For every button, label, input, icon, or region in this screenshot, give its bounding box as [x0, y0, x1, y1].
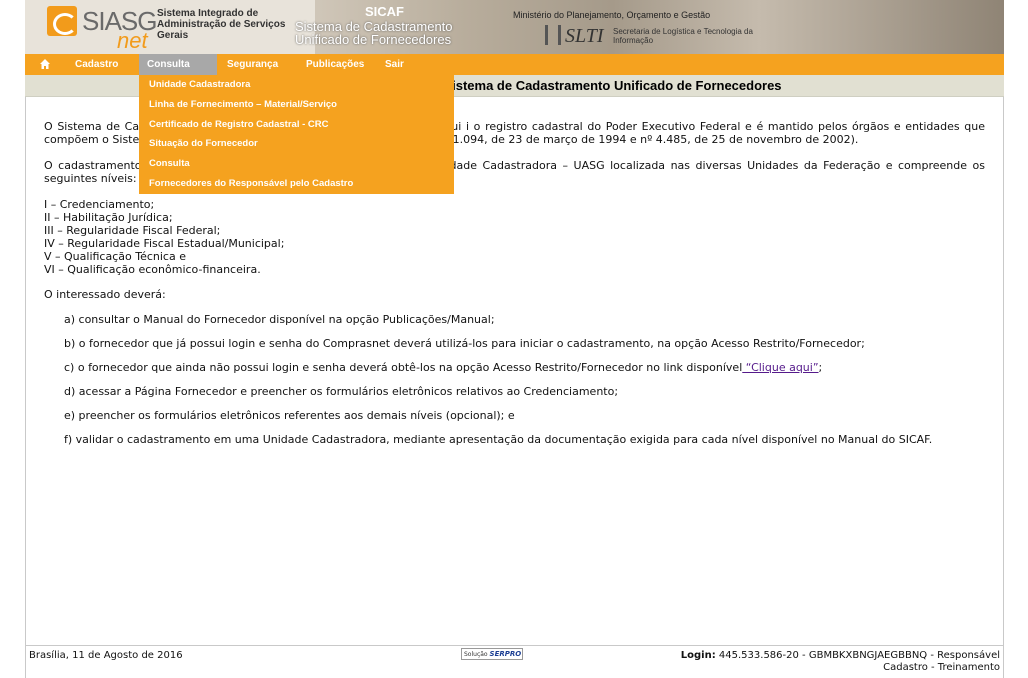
level-item: III – Regularidade Fiscal Federal;	[44, 224, 221, 237]
step-c-text: c) o fornecedor que ainda não possui log…	[64, 361, 743, 374]
step-e: e) preencher os formulários eletrônicos …	[64, 409, 515, 422]
serpro-name: SERPRO	[489, 650, 522, 658]
levels-list: I – Credenciamento; II – Habilitação Jur…	[44, 198, 985, 276]
sicaf-subtitle: Sistema de Cadastramento Unificado de Fo…	[295, 19, 453, 47]
slti-name: Secretaria de Logística e Tecnologia da …	[613, 27, 753, 45]
siasg-logo-icon	[47, 6, 77, 36]
level-item: VI – Qualificação econômico-financeira.	[44, 263, 261, 276]
home-icon[interactable]	[39, 58, 51, 70]
menu-consulta[interactable]: Consulta	[139, 54, 217, 75]
level-item: IV – Regularidade Fiscal Estadual/Munici…	[44, 237, 285, 250]
dropdown-item-unidade-cadastradora[interactable]: Unidade Cadastradora	[149, 75, 250, 94]
dropdown-item-fornecedores-responsavel[interactable]: Fornecedores do Responsável pelo Cadastr…	[149, 174, 353, 193]
level-item: V – Qualificação Técnica e	[44, 250, 186, 263]
menu-publicacoes[interactable]: Publicações	[298, 54, 372, 75]
dropdown-item-linha-fornecimento[interactable]: Linha de Fornecimento – Material/Serviço	[149, 95, 337, 114]
login-label: Login:	[680, 650, 716, 661]
menu-cadastro[interactable]: Cadastro	[67, 54, 126, 75]
dropdown-item-certificado-crc[interactable]: Certificado de Registro Cadastral - CRC	[149, 115, 328, 134]
dropdown-item-consulta[interactable]: Consulta	[149, 154, 190, 173]
ministry-name: Ministério do Planejamento, Orçamento e …	[513, 10, 711, 20]
step-f: f) validar o cadastramento em uma Unidad…	[64, 433, 933, 446]
slti-logo-icon	[545, 25, 561, 45]
clique-aqui-link[interactable]: “Clique aqui”	[742, 361, 819, 374]
step-b: b) o fornecedor que já possui login e se…	[64, 337, 865, 350]
steps-list: a) consultar o Manual do Fornecedor disp…	[44, 313, 985, 446]
menu-seguranca[interactable]: Segurança	[219, 54, 286, 75]
sicaf-title: SICAF	[365, 4, 404, 19]
serpro-prefix: Solução	[464, 651, 488, 658]
footer: Brasília, 11 de Agosto de 2016 Solução S…	[25, 645, 1004, 678]
login-value: 445.533.586-20 - GBMBKXBNGJAEGBBNQ - Res…	[715, 650, 1000, 673]
dropdown-item-situacao-fornecedor[interactable]: Situação do Fornecedor	[149, 134, 258, 153]
consulta-dropdown: Unidade Cadastradora Linha de Fornecimen…	[139, 75, 454, 194]
serpro-logo: Solução SERPRO	[461, 648, 523, 660]
footer-login: Login: 445.533.586-20 - GBMBKXBNGJAEGBBN…	[670, 650, 1000, 674]
interested-heading: O interessado deverá:	[44, 288, 166, 301]
logo-net: net	[117, 28, 148, 53]
step-d: d) acessar a Página Fornecedor e preench…	[64, 385, 619, 398]
footer-date: Brasília, 11 de Agosto de 2016	[29, 650, 183, 661]
level-item: II – Habilitação Jurídica;	[44, 211, 173, 224]
step-a: a) consultar o Manual do Fornecedor disp…	[64, 313, 495, 326]
level-item: I – Credenciamento;	[44, 198, 155, 211]
step-c: c) o fornecedor que ainda não possui log…	[64, 361, 985, 374]
header-banner: SIASG net Sistema Integrado de Administr…	[25, 0, 1004, 54]
menu-sair[interactable]: Sair	[377, 54, 412, 75]
system-name: Sistema Integrado de Administração de Se…	[157, 8, 286, 41]
step-c-end: ;	[818, 361, 823, 374]
slti-logo: SLTI	[565, 25, 604, 47]
main-menu: Cadastro Consulta Segurança Publicações …	[25, 54, 1004, 75]
